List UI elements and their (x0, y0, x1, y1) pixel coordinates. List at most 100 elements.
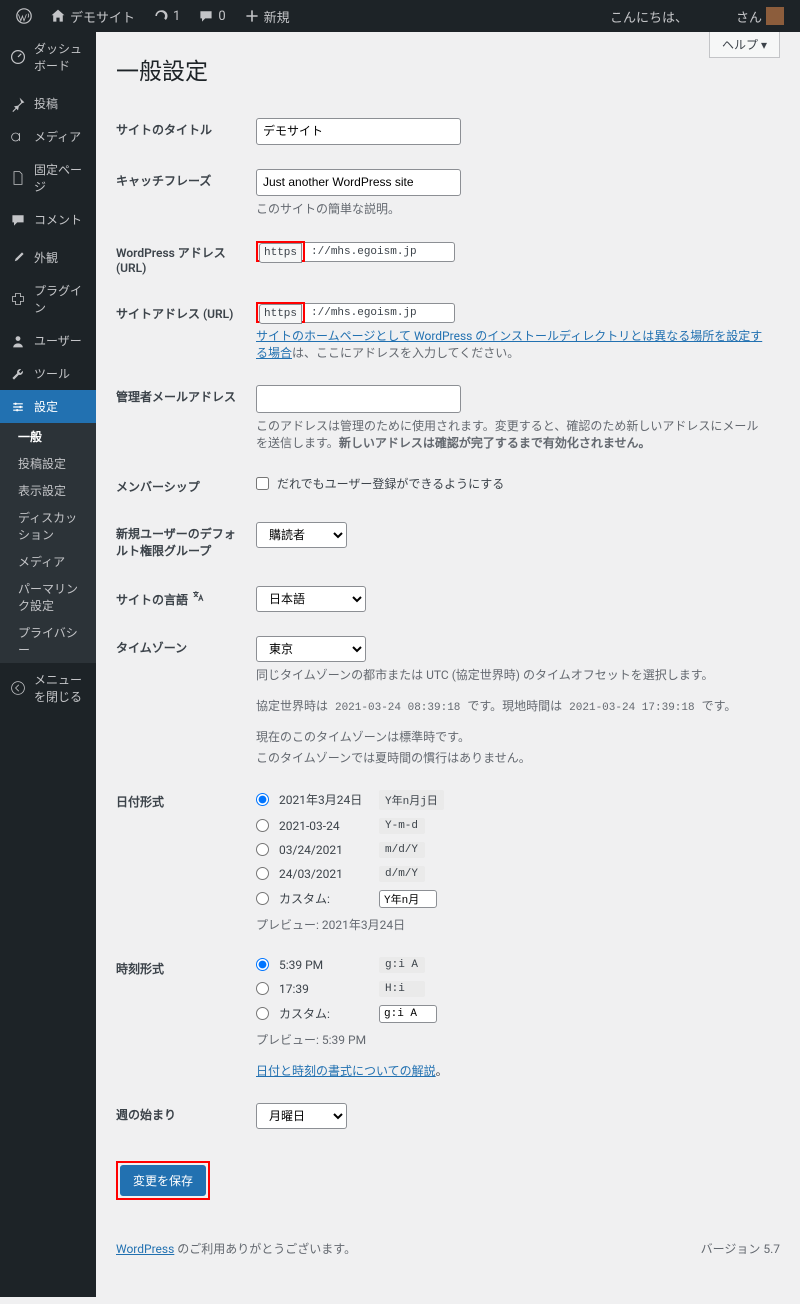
label-week-start: 週の始まり (116, 1091, 246, 1141)
label-wp-url: WordPress アドレス (URL) (116, 229, 246, 290)
menu-posts[interactable]: 投稿 (0, 87, 96, 120)
radio-date-custom[interactable] (256, 892, 269, 905)
site-url-scheme: https (259, 304, 302, 324)
submenu-discussion[interactable]: ディスカッション (0, 504, 96, 548)
date-preview: プレビュー: 2021年3月24日 (256, 916, 770, 933)
wrench-icon (10, 366, 26, 382)
desc-tz-note1: 現在のこのタイムゾーンは標準時です。 (256, 728, 770, 745)
translate-icon (191, 589, 205, 603)
submenu-permalink[interactable]: パーマリンク設定 (0, 575, 96, 619)
radio-date-3[interactable] (256, 843, 269, 856)
checkbox-membership[interactable]: だれでもユーザー登録ができるようにする (256, 475, 770, 492)
select-default-role[interactable]: 購読者 (256, 522, 347, 548)
desc-utc-time: 協定世界時は 2021-03-24 08:39:18 です。現地時間は 2021… (256, 697, 770, 714)
settings-submenu: 一般 投稿設定 表示設定 ディスカッション メディア パーマリンク設定 プライバ… (0, 423, 96, 663)
radio-date-2[interactable] (256, 819, 269, 832)
menu-comments[interactable]: コメント (0, 203, 96, 236)
home-icon (50, 8, 66, 24)
wp-url-scheme: https (259, 243, 302, 263)
desc-admin-email: このアドレスは管理のために使用されます。変更すると、確認のため新しいアドレスにメ… (256, 417, 770, 451)
select-language[interactable]: 日本語 (256, 586, 366, 612)
footer-thanks: WordPress のご利用ありがとうございます。 (116, 1240, 356, 1257)
input-site-url[interactable]: https://mhs.egoism.jp (256, 302, 770, 323)
submenu-writing[interactable]: 投稿設定 (0, 450, 96, 477)
admin-bar: デモサイト 1 0 新規 こんにちは、さん (0, 0, 800, 32)
footer-version: バージョン 5.7 (701, 1240, 780, 1257)
menu-plugins[interactable]: プラグイン (0, 274, 96, 324)
label-time-format: 時刻形式 (116, 945, 246, 1091)
desc-tz-note2: このタイムゾーンでは夏時間の慣行はありません。 (256, 749, 770, 766)
time-preview: プレビュー: 5:39 PM (256, 1031, 770, 1048)
select-timezone[interactable]: 東京 (256, 636, 366, 662)
brush-icon (10, 250, 26, 266)
label-site-url: サイトアドレス (URL) (116, 290, 246, 373)
submenu-reading[interactable]: 表示設定 (0, 477, 96, 504)
label-timezone: タイムゾーン (116, 624, 246, 778)
label-admin-email: 管理者メールアドレス (116, 373, 246, 462)
radio-date-1[interactable] (256, 793, 269, 806)
media-icon (10, 129, 26, 145)
input-wp-url[interactable]: https://mhs.egoism.jp (256, 241, 770, 262)
radio-date-4[interactable] (256, 867, 269, 880)
collapse-icon (10, 680, 26, 696)
collapse-menu[interactable]: メニューを閉じる (0, 663, 96, 713)
save-button[interactable]: 変更を保存 (120, 1165, 206, 1196)
desc-site-url: サイトのホームページとして WordPress のインストールディレクトリとは異… (256, 327, 770, 361)
adminbar-updates[interactable]: 1 (145, 0, 188, 32)
adminbar-new[interactable]: 新規 (236, 0, 298, 32)
menu-settings[interactable]: 設定 (0, 390, 96, 423)
user-avatar (766, 7, 784, 25)
link-wp-thanks[interactable]: WordPress (116, 1242, 174, 1256)
pin-icon (10, 96, 26, 112)
select-week-start[interactable]: 月曜日 (256, 1103, 347, 1129)
adminbar-site-label: デモサイト (70, 7, 135, 26)
radio-time-custom[interactable] (256, 1007, 269, 1020)
desc-tagline: このサイトの簡単な説明。 (256, 200, 770, 217)
datetime-docs: 日付と時刻の書式についての解説。 (256, 1062, 770, 1079)
menu-tools[interactable]: ツール (0, 357, 96, 390)
main-content: ヘルプ ▾ 一般設定 サイトのタイトル キャッチフレーズ このサイトの簡単な説明… (96, 32, 800, 1297)
menu-appearance[interactable]: 外観 (0, 241, 96, 274)
submenu-media[interactable]: メディア (0, 548, 96, 575)
site-url-host: ://mhs.egoism.jp (305, 303, 455, 323)
label-tagline: キャッチフレーズ (116, 157, 246, 229)
settings-icon (10, 399, 26, 415)
adminbar-account[interactable]: こんにちは、さん (602, 0, 792, 32)
input-date-custom[interactable] (379, 890, 437, 908)
label-language: サイトの言語 (116, 574, 246, 624)
adminbar-wp-logo[interactable] (8, 0, 40, 32)
menu-media[interactable]: メディア (0, 120, 96, 153)
menu-dashboard[interactable]: ダッシュボード (0, 32, 96, 82)
user-icon (10, 333, 26, 349)
plugin-icon (10, 291, 26, 307)
input-tagline[interactable] (256, 169, 461, 196)
dashboard-icon (10, 49, 26, 65)
radio-time-2[interactable] (256, 982, 269, 995)
adminbar-comments[interactable]: 0 (190, 0, 233, 32)
input-time-custom[interactable] (379, 1005, 437, 1023)
label-default-role: 新規ユーザーのデフォルト権限グループ (116, 510, 246, 574)
label-membership: メンバーシップ (116, 463, 246, 510)
help-tab[interactable]: ヘルプ ▾ (709, 32, 780, 58)
update-icon (153, 8, 169, 24)
comment-icon (10, 212, 26, 228)
input-site-title[interactable] (256, 118, 461, 145)
radio-time-1[interactable] (256, 958, 269, 971)
wordpress-icon (16, 8, 32, 24)
link-datetime-docs[interactable]: 日付と時刻の書式についての解説 (256, 1064, 436, 1078)
page-icon (10, 170, 26, 186)
admin-menu: ダッシュボード 投稿 メディア 固定ページ コメント 外観 プラグイン ユーザー… (0, 32, 96, 1297)
label-site-title: サイトのタイトル (116, 106, 246, 157)
menu-users[interactable]: ユーザー (0, 324, 96, 357)
adminbar-site[interactable]: デモサイト (42, 0, 143, 32)
input-admin-email[interactable] (256, 385, 461, 412)
desc-timezone: 同じタイムゾーンの都市または UTC (協定世界時) のタイムオフセットを選択し… (256, 666, 770, 683)
submenu-general[interactable]: 一般 (0, 423, 96, 450)
label-date-format: 日付形式 (116, 778, 246, 945)
page-title: 一般設定 (116, 52, 780, 86)
plus-icon (244, 8, 260, 24)
wp-url-host: ://mhs.egoism.jp (305, 242, 455, 262)
comment-icon (198, 8, 214, 24)
submenu-privacy[interactable]: プライバシー (0, 619, 96, 663)
menu-pages[interactable]: 固定ページ (0, 153, 96, 203)
